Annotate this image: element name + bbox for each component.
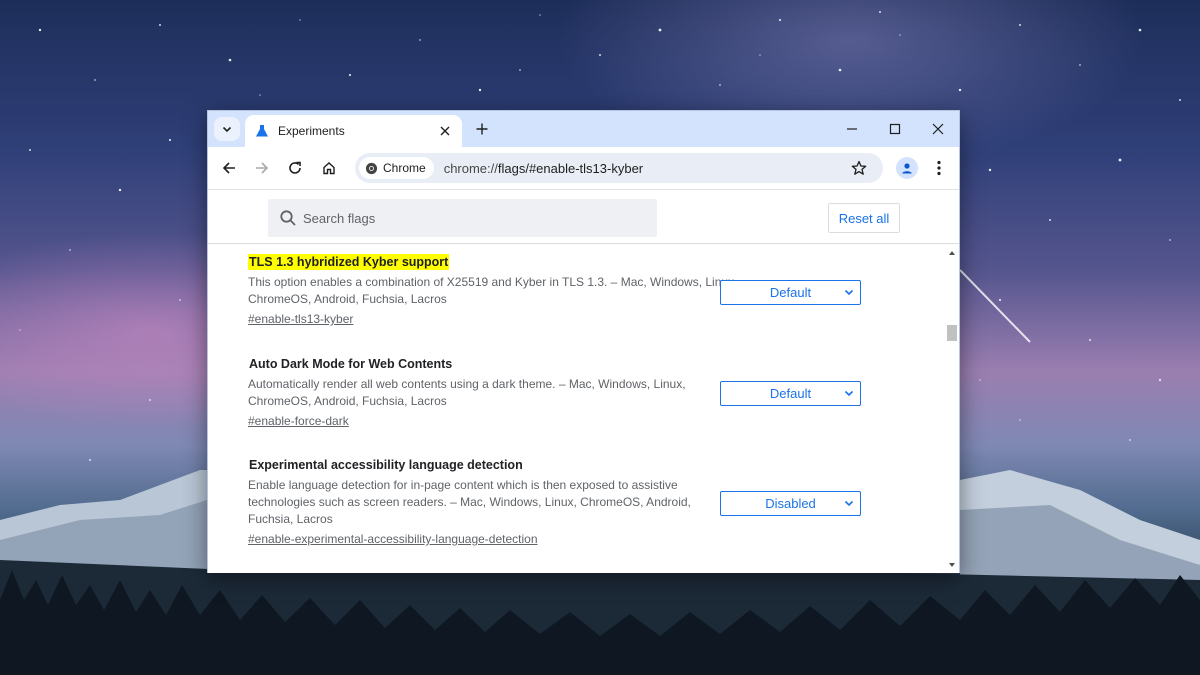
tab-experiments[interactable]: Experiments <box>245 115 462 147</box>
flag-select-value: Default <box>769 386 812 401</box>
profile-avatar-icon[interactable] <box>896 157 918 179</box>
flag-link[interactable]: #enable-experimental-accessibility-langu… <box>248 532 538 546</box>
chevron-down-icon <box>844 500 854 507</box>
arrow-right-icon <box>256 162 269 174</box>
scrollbar-thumb[interactable] <box>947 325 957 341</box>
chrome-logo-icon <box>365 162 378 174</box>
url-text[interactable]: chrome://flags/#enable-tls13-kyber <box>444 161 847 176</box>
bookmark-star-icon[interactable] <box>847 156 871 180</box>
vertical-scrollbar[interactable] <box>945 245 959 573</box>
flag-description: Automatically render all web contents us… <box>248 377 686 408</box>
close-window-button[interactable] <box>917 115 959 143</box>
back-button[interactable] <box>216 155 242 181</box>
scroll-up-arrow-icon[interactable] <box>948 249 956 257</box>
search-icon <box>279 209 297 227</box>
minimize-icon <box>847 128 857 130</box>
reset-all-button[interactable]: Reset all <box>828 203 900 233</box>
flag-select-value: Default <box>769 285 812 300</box>
flag-title: Auto Dark Mode for Web Contents <box>249 357 453 371</box>
flag-select-force-dark[interactable]: Default <box>720 381 861 406</box>
flag-description: This option enables a combination of X25… <box>248 275 738 306</box>
url-scheme: chrome:// <box>443 160 498 176</box>
flag-select-accessibility-language-detection[interactable]: Disabled <box>720 491 861 516</box>
maximize-icon <box>889 123 901 135</box>
url-path: flags/#enable-tls13-kyber <box>497 160 644 176</box>
maximize-button[interactable] <box>874 115 916 143</box>
search-flags-box[interactable] <box>268 199 657 237</box>
home-button[interactable] <box>316 155 342 181</box>
flag-title: Experimental accessibility language dete… <box>249 458 523 472</box>
reload-icon <box>289 161 301 174</box>
chevron-down-icon <box>222 126 232 133</box>
search-flags-input[interactable] <box>303 210 643 226</box>
new-tab-button[interactable] <box>470 117 494 141</box>
flag-select-value: Disabled <box>765 496 816 511</box>
chevron-down-icon <box>844 289 854 296</box>
browser-toolbar: Chrome chrome://flags/#enable-tls13-kybe… <box>208 147 959 189</box>
tab-search-button[interactable] <box>214 117 240 141</box>
flags-header: Reset all <box>208 189 959 244</box>
tab-title: Experiments <box>278 124 345 138</box>
close-tab-icon[interactable] <box>434 120 456 142</box>
flag-title: TLS 1.3 hybridized Kyber support <box>248 254 450 270</box>
flag-link[interactable]: #enable-tls13-kyber <box>248 312 353 326</box>
flags-list: TLS 1.3 hybridized Kyber support This op… <box>208 245 945 573</box>
flag-link[interactable]: #enable-force-dark <box>248 414 349 428</box>
flask-icon <box>255 124 269 138</box>
forward-button[interactable] <box>249 155 275 181</box>
reload-button[interactable] <box>282 155 308 181</box>
browser-window: Experiments Chrome chrome://flags/#enabl… <box>207 110 960 573</box>
plus-icon <box>476 123 488 135</box>
scroll-down-arrow-icon[interactable] <box>948 561 956 569</box>
chevron-down-icon <box>844 390 854 397</box>
site-chip-label: Chrome <box>383 161 426 175</box>
close-icon <box>932 123 944 135</box>
flag-select-tls13-kyber[interactable]: Default <box>720 280 861 305</box>
flag-description: Enable language detection for in-page co… <box>248 478 691 526</box>
minimize-button[interactable] <box>831 115 873 143</box>
home-icon <box>323 162 335 175</box>
address-bar[interactable]: Chrome chrome://flags/#enable-tls13-kybe… <box>355 153 883 183</box>
arrow-left-icon <box>222 162 235 174</box>
tab-strip: Experiments <box>208 111 959 147</box>
kebab-menu-icon[interactable] <box>928 156 950 180</box>
site-info-chip[interactable]: Chrome <box>359 157 434 179</box>
